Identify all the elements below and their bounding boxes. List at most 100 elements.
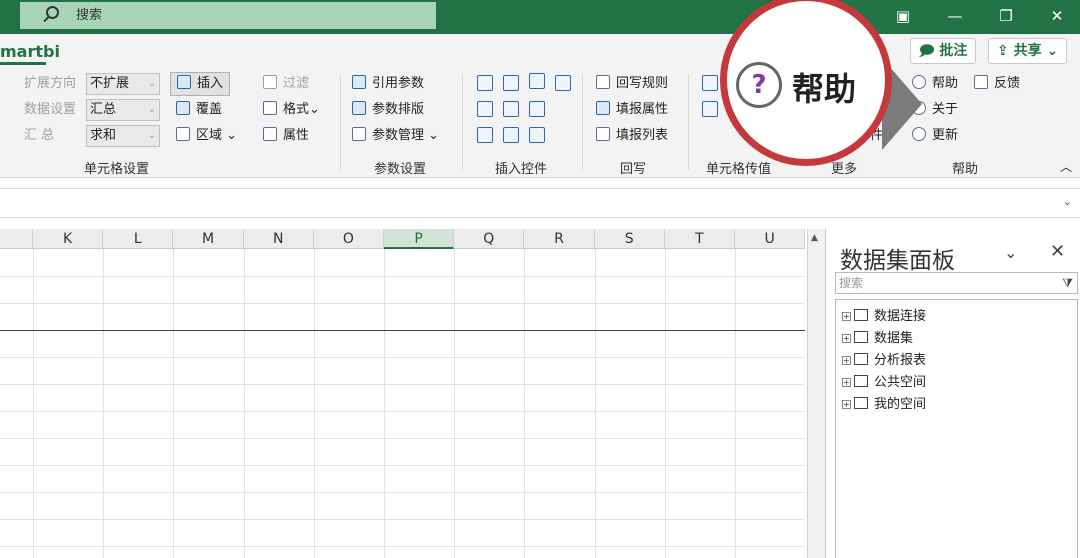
control-dropdown-icon[interactable]	[477, 75, 493, 91]
spreadsheet-grid[interactable]: KLMNOPQRSTU	[0, 229, 806, 558]
fill-attributes-icon	[596, 101, 610, 115]
format-button[interactable]: 格式⌄	[263, 101, 320, 119]
grid-row-line	[0, 438, 805, 439]
column-header-u[interactable]: U	[735, 229, 806, 249]
summary-value: 求和	[90, 128, 117, 143]
tree-item-label: 公共空间	[874, 375, 927, 390]
share-label: 共享	[1013, 43, 1042, 59]
param-layout-label: 参数排版	[372, 102, 425, 117]
region-label: 区域	[196, 128, 223, 143]
param-layout-icon	[352, 101, 366, 115]
grid-row-line	[0, 357, 805, 358]
tree-item-public-space[interactable]: + 公共空间	[842, 371, 926, 390]
grid-column-line	[524, 249, 526, 558]
folder-icon	[854, 331, 868, 343]
column-header-q[interactable]: Q	[454, 229, 525, 249]
param-layout-button[interactable]: 参数排版	[352, 101, 424, 119]
fill-attributes-label: 填报属性	[616, 102, 669, 117]
chevron-down-icon: ⌄	[147, 104, 156, 115]
filter-button[interactable]: 过滤	[263, 75, 309, 93]
reference-param-label: 引用参数	[372, 76, 425, 91]
filter-icon[interactable]: ⧩	[1062, 273, 1073, 293]
control-textarea-icon[interactable]	[529, 101, 545, 117]
feedback-label: 反馈	[994, 76, 1021, 91]
column-header-s[interactable]: S	[594, 229, 665, 249]
search-box[interactable]: 搜索	[20, 2, 436, 29]
restore-button[interactable]: ❐	[983, 0, 1029, 34]
cover-button[interactable]: 覆盖	[176, 101, 222, 119]
share-button[interactable]: ⇪ 共享 ⌄	[988, 38, 1068, 64]
control-list-icon[interactable]	[529, 73, 545, 89]
param-manage-button[interactable]: 参数管理 ⌄	[352, 127, 439, 145]
grid-row-line	[0, 330, 805, 331]
summary-label: 汇 总	[24, 128, 55, 143]
formula-expand-icon[interactable]: ⌄	[1063, 195, 1072, 208]
control-table-icon[interactable]	[555, 75, 571, 91]
collapse-ribbon-icon[interactable]: ︿	[1060, 158, 1072, 176]
tree-item-analysis-report[interactable]: + 分析报表	[842, 349, 926, 368]
formula-bar[interactable]: ⌄	[0, 188, 1080, 218]
column-header-t[interactable]: T	[664, 229, 735, 249]
expand-icon[interactable]: +	[842, 400, 851, 409]
group-label-insert-controls: 插入控件	[495, 162, 548, 177]
vertical-scrollbar[interactable]: ▲	[807, 229, 825, 558]
insert-button[interactable]: 插入	[170, 72, 231, 96]
column-header-n[interactable]: N	[243, 229, 314, 249]
grid-row-line	[0, 546, 805, 547]
summary-select[interactable]: 求和 ⌄	[86, 125, 160, 147]
control-tree-icon[interactable]	[503, 101, 519, 117]
panel-search-input[interactable]: 搜索 ⧩	[835, 272, 1078, 294]
expand-icon[interactable]: +	[842, 356, 851, 365]
expand-icon[interactable]: +	[842, 334, 851, 343]
control-text-icon[interactable]	[477, 101, 493, 117]
cell-pass-config-icon[interactable]	[702, 101, 718, 117]
region-button[interactable]: 区域 ⌄	[176, 127, 237, 145]
expand-icon[interactable]: +	[842, 312, 851, 321]
grid-column-line	[313, 249, 315, 558]
panel-menu-chevron-icon[interactable]: ⌄	[1004, 243, 1017, 262]
control-checkbox-icon[interactable]	[477, 127, 493, 143]
expand-direction-select[interactable]: 不扩展 ⌄	[86, 73, 160, 95]
param-manage-icon	[352, 127, 366, 141]
grid-column-line	[664, 249, 666, 558]
update-label: 更新	[932, 128, 959, 143]
param-manage-label: 参数管理	[372, 128, 425, 143]
column-header-p[interactable]: P	[384, 229, 455, 249]
cover-icon	[176, 101, 190, 115]
expand-direction-label: 扩展方向	[24, 76, 77, 91]
group-label-param-settings: 参数设置	[374, 162, 427, 177]
tree-item-dataset[interactable]: + 数据集	[842, 327, 913, 346]
control-edit-icon[interactable]	[503, 127, 519, 143]
expand-icon[interactable]: +	[842, 378, 851, 387]
minimize-button[interactable]: —	[932, 0, 978, 34]
column-header-l[interactable]: L	[103, 229, 174, 249]
data-settings-value: 汇总	[90, 102, 117, 117]
control-label-icon[interactable]	[529, 127, 545, 143]
cover-label: 覆盖	[196, 102, 223, 117]
column-header-m[interactable]: M	[173, 229, 244, 249]
about-label: 关于	[932, 102, 959, 117]
grid-row-line	[0, 276, 805, 277]
tree-item-data-connection[interactable]: + 数据连接	[842, 305, 926, 324]
writeback-rules-button[interactable]: 回写规则	[596, 75, 668, 93]
column-header-partial[interactable]	[0, 229, 33, 249]
group-label-help: 帮助	[952, 162, 979, 177]
fill-attributes-button[interactable]: 填报属性	[596, 101, 668, 119]
column-header-o[interactable]: O	[313, 229, 384, 249]
data-settings-select[interactable]: 汇总 ⌄	[86, 99, 160, 121]
cell-pass-icon[interactable]	[702, 75, 718, 91]
attribute-button[interactable]: 属性	[263, 127, 309, 145]
close-button[interactable]: ✕	[1034, 0, 1080, 34]
tab-smartbi[interactable]: martbi	[0, 42, 60, 61]
grid-column-line	[33, 249, 34, 558]
scroll-up-icon[interactable]: ▲	[811, 233, 818, 243]
tree-item-my-space[interactable]: + 我的空间	[842, 393, 926, 412]
reference-param-button[interactable]: 引用参数	[352, 75, 424, 93]
column-header-k[interactable]: K	[33, 229, 104, 249]
control-combo-icon[interactable]	[503, 75, 519, 91]
column-header-r[interactable]: R	[524, 229, 595, 249]
fill-list-button[interactable]: 填报列表	[596, 127, 668, 145]
feedback-button[interactable]: 反馈	[974, 75, 1020, 93]
panel-close-icon[interactable]: ✕	[1050, 241, 1065, 262]
ribbon-display-button[interactable]: ▣	[880, 0, 926, 34]
